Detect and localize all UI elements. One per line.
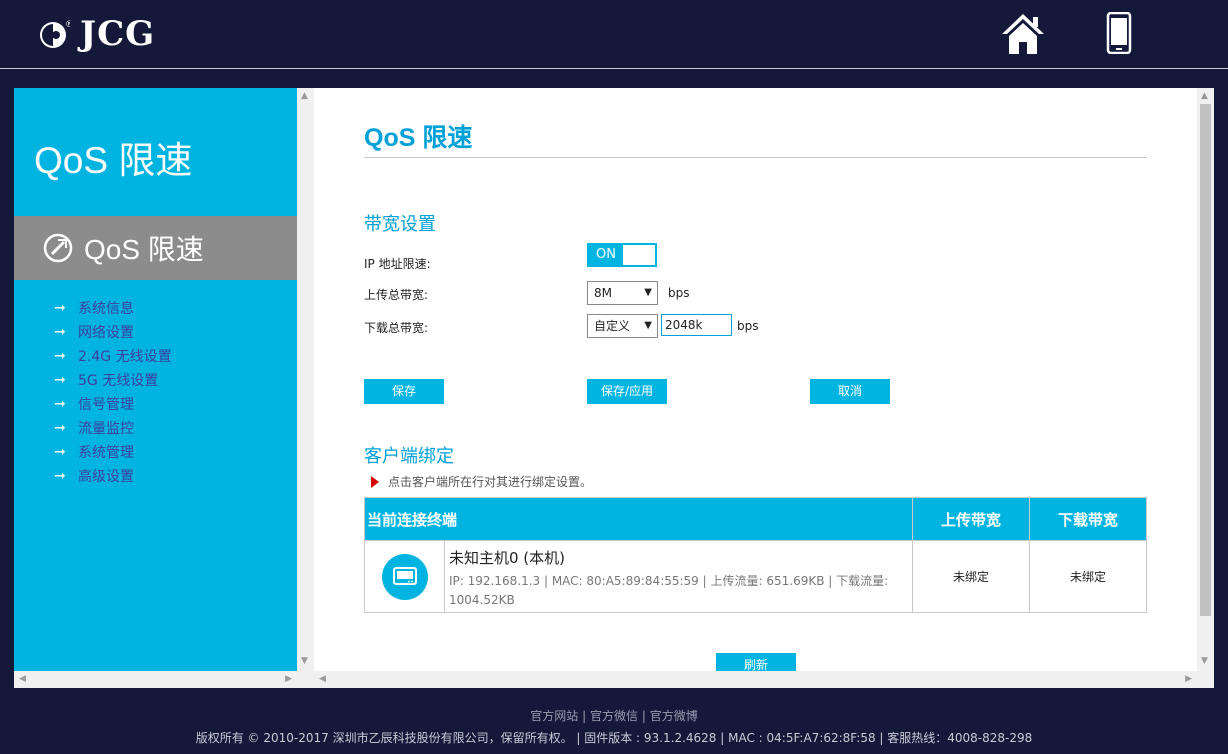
sidebar-item-label: 系统信息 [78,301,134,317]
logo-icon: ® [38,18,74,50]
table-row[interactable]: 未知主机0 (本机) IP: 192.168.1.3 | MAC: 80:A5:… [364,540,1147,613]
sidebar-item-wifi-24g[interactable]: ➞ 2.4G 无线设置 [54,344,172,368]
brand-logo[interactable]: ® JCG [38,14,155,54]
home-icon[interactable] [1000,12,1046,56]
arrow-right-icon: ➞ [54,372,66,388]
main-content: QoS 限速 带宽设置 IP 地址限速: ON 上传总带宽: 8M ▼ bps … [314,88,1197,671]
download-unit: bps [737,319,759,333]
footer-link-website[interactable]: 官方网站 [530,709,578,723]
arrow-right-icon: ➞ [54,348,66,364]
scroll-left-icon[interactable]: ◀ [19,674,26,684]
footer-separator: | [582,709,587,723]
arrow-right-icon: ➞ [54,396,66,412]
download-binding-cell: 未绑定 [1029,540,1147,613]
device-icon-cell [364,540,445,613]
binding-hint: 点击客户端所在行对其进行绑定设置。 [371,473,592,490]
top-header: ® JCG [0,0,1228,68]
column-header-download: 下载带宽 [1029,497,1147,541]
refresh-button[interactable]: 刷新 [716,653,796,671]
arrow-right-icon: ➞ [54,444,66,460]
device-icon [381,553,428,600]
upload-bandwidth-label: 上传总带宽: [364,288,429,302]
footer-separator: | [641,709,646,723]
save-button[interactable]: 保存 [364,379,444,404]
scroll-up-icon[interactable]: ▲ [301,91,308,101]
table-header-row: 当前连接终端 上传带宽 下载带宽 [364,497,1147,541]
sidebar-menu: ➞ 系统信息 ➞ 网络设置 ➞ 2.4G 无线设置 ➞ 5G 无线设置 ➞ 信号管理 ➞ 流… [54,296,172,488]
sidebar-item-label: 信号管理 [78,397,134,413]
sidebar-active-label: QoS 限速 [84,234,204,265]
footer-links: 官方网站 | 官方微信 | 官方微博 [0,707,1228,724]
page-title: QoS 限速 [364,124,473,152]
qos-gauge-icon [43,233,73,263]
scrollbar-thumb[interactable] [1200,104,1211,616]
bandwidth-section-title: 带宽设置 [364,214,436,234]
download-bandwidth-label: 下载总带宽: [364,321,429,335]
footer-copyright: 版权所有 © 2010-2017 深圳市乙辰科技股份有限公司，保留所有权。 | … [195,731,1033,745]
scroll-up-icon[interactable]: ▲ [1201,91,1208,101]
sidebar-item-system-mgmt[interactable]: ➞ 系统管理 [54,440,172,464]
sidebar-item-label: 流量监控 [78,421,134,437]
client-binding-section-title: 客户端绑定 [364,446,454,466]
sidebar-item-label: 5G 无线设置 [78,373,159,389]
scroll-left-icon[interactable]: ◀ [319,674,326,684]
chevron-down-icon: ▼ [644,287,652,298]
sidebar-item-network[interactable]: ➞ 网络设置 [54,320,172,344]
left-vertical-scrollbar[interactable]: ▲ ▼ [297,88,314,671]
sidebar-title: QoS 限速 [34,140,193,181]
column-header-host: 当前连接终端 [364,497,913,541]
device-info-cell: 未知主机0 (本机) IP: 192.168.1.3 | MAC: 80:A5:… [444,540,913,613]
sidebar-item-advanced[interactable]: ➞ 高级设置 [54,464,172,488]
sidebar-item-qos-active[interactable]: QoS 限速 [14,216,297,280]
sidebar-item-label: 网络设置 [78,325,134,341]
column-header-upload: 上传带宽 [912,497,1030,541]
chevron-down-icon: ▼ [644,320,652,331]
upload-unit: bps [668,286,690,300]
device-details: IP: 192.168.1.3 | MAC: 80:A5:89:84:55:59… [449,574,889,607]
header-divider [0,68,1228,69]
svg-text:®: ® [65,20,70,30]
scroll-right-icon[interactable]: ▶ [285,674,292,684]
save-apply-button[interactable]: 保存/应用 [587,379,667,404]
toggle-on-label: ON [589,245,623,265]
triangle-right-icon [371,475,379,488]
upload-select-value: 8M [594,286,612,300]
device-name: 未知主机0 (本机) [449,549,566,567]
sidebar: QoS 限速 QoS 限速 ➞ 系统信息 ➞ 网络设置 ➞ 2.4G 无线设置 ➞ 5G… [14,88,297,671]
brand-name: JCG [80,14,156,54]
download-mode-value: 自定义 [594,319,631,333]
sidebar-horizontal-scrollbar[interactable]: ◀ ▶ [14,671,297,688]
scroll-right-icon[interactable]: ▶ [1185,674,1192,684]
download-mode-select[interactable]: 自定义 ▼ [587,314,658,338]
upload-binding-cell: 未绑定 [912,540,1030,613]
sidebar-item-system-info[interactable]: ➞ 系统信息 [54,296,172,320]
sidebar-item-label: 2.4G 无线设置 [78,349,172,365]
hint-text: 点击客户端所在行对其进行绑定设置。 [388,475,593,489]
footer-link-weibo[interactable]: 官方微博 [650,709,698,723]
sidebar-item-label: 高级设置 [78,469,134,485]
sidebar-item-wifi-5g[interactable]: ➞ 5G 无线设置 [54,368,172,392]
sidebar-item-signal[interactable]: ➞ 信号管理 [54,392,172,416]
upload-bandwidth-select[interactable]: 8M ▼ [587,281,658,305]
download-bandwidth-input[interactable]: 2048k [661,314,732,336]
sidebar-item-label: 系统管理 [78,445,134,461]
arrow-right-icon: ➞ [54,420,66,436]
sidebar-item-traffic[interactable]: ➞ 流量监控 [54,416,172,440]
mobile-icon[interactable] [1106,11,1132,55]
clients-table: 当前连接终端 上传带宽 下载带宽 未知主机0 (本机) IP: 192.168.… [364,497,1147,613]
ip-limit-label: IP 地址限速: [364,257,431,271]
footer-link-wechat[interactable]: 官方微信 [590,709,638,723]
ip-limit-toggle[interactable]: ON [587,243,657,267]
arrow-right-icon: ➞ [54,324,66,340]
scroll-down-icon[interactable]: ▼ [301,656,308,666]
title-divider [364,157,1147,158]
scroll-down-icon[interactable]: ▼ [1201,656,1208,666]
main-horizontal-scrollbar[interactable]: ◀ ▶ [314,671,1197,688]
cancel-button[interactable]: 取消 [810,379,890,404]
arrow-right-icon: ➞ [54,468,66,484]
arrow-right-icon: ➞ [54,300,66,316]
